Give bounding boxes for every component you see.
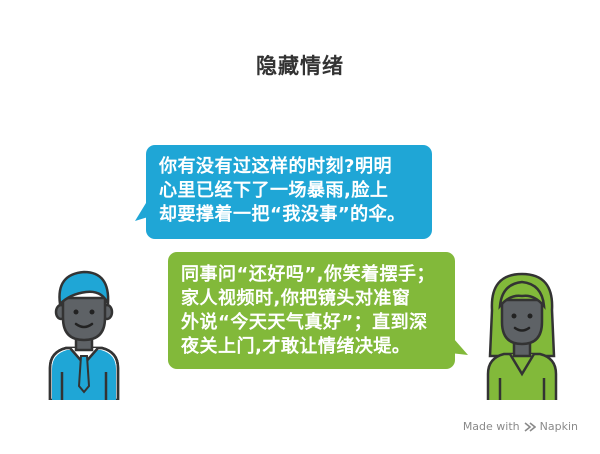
woman-avatar-icon xyxy=(482,270,562,404)
speech-bubble-green: 同事问“还好吗”,你笑着摆手； 家人视频时,你把镜头对准窗 外说“今天天气真好”… xyxy=(168,252,468,369)
bubble-line: 你有没有过这样的时刻?明明 xyxy=(159,156,392,177)
watermark-brand: Napkin xyxy=(539,420,578,433)
speech-bubble-blue: 你有没有过这样的时刻?明明 心里已经下了一场暴雨,脸上 却要撑着一把“我没事”的… xyxy=(135,145,432,239)
page-title: 隐藏情绪 xyxy=(256,54,344,78)
bubble-line: 外说“今天天气真好”；直到深 xyxy=(181,312,428,333)
made-with-napkin-watermark: Made with Napkin xyxy=(463,420,578,433)
bubble-line: 心里已经下了一场暴雨,脸上 xyxy=(159,180,389,201)
speech-bubble-blue-text: 你有没有过这样的时刻?明明 心里已经下了一场暴雨,脸上 却要撑着一把“我没事”的… xyxy=(159,155,429,227)
speech-bubble-green-text: 同事问“还好吗”,你笑着摆手； 家人视频时,你把镜头对准窗 外说“今天天气真好”… xyxy=(181,263,453,359)
watermark-made-with: Made with xyxy=(462,420,520,433)
bubble-line: 同事问“还好吗”,你笑着摆手； xyxy=(181,264,435,285)
bubble-line: 夜关上门,才敢让情绪决堤。 xyxy=(181,336,411,357)
bubble-line: 家人视频时,你把镜头对准窗 xyxy=(181,288,411,309)
man-avatar-icon xyxy=(44,268,124,404)
napkin-logo-icon xyxy=(524,421,536,432)
bubble-line: 却要撑着一把“我没事”的伞。 xyxy=(159,204,406,225)
